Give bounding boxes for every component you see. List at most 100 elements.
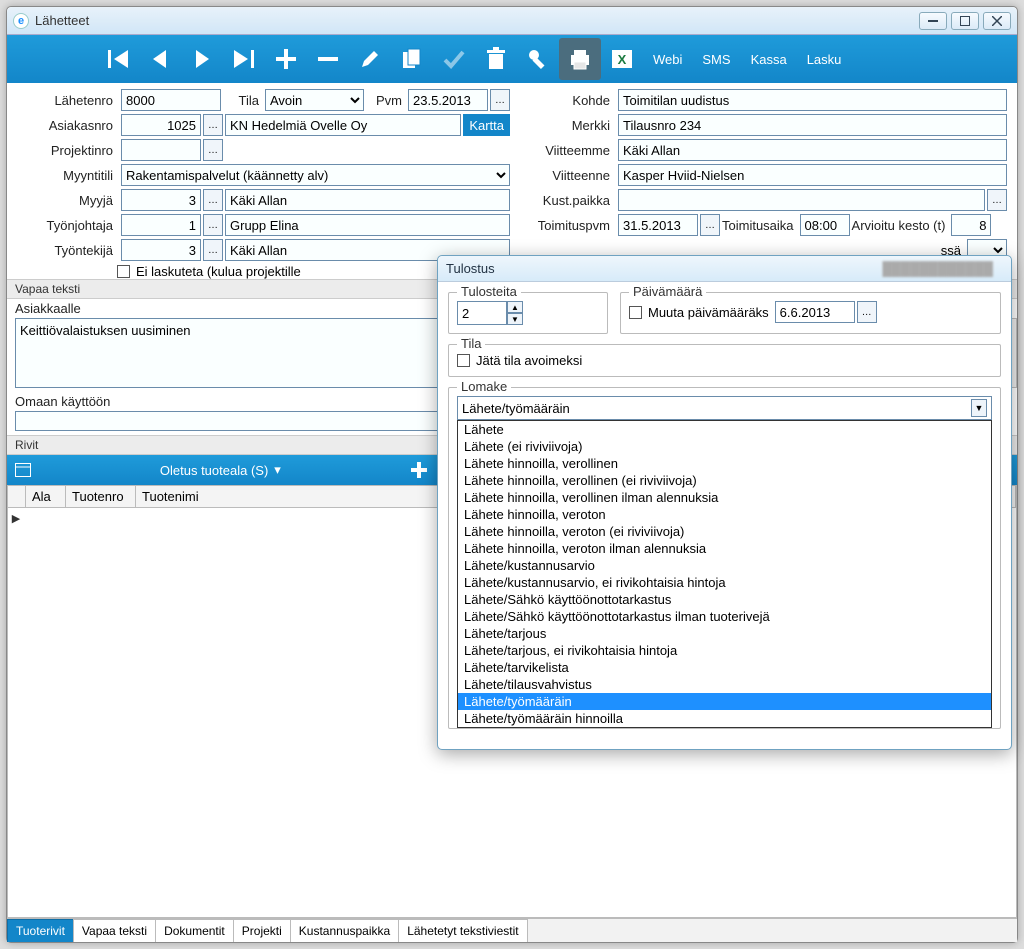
lomake-option[interactable]: Lähete/tarjous bbox=[458, 625, 991, 642]
delete-button[interactable] bbox=[475, 38, 517, 80]
myyja-label: Myyjä bbox=[17, 193, 117, 208]
webi-link[interactable]: Webi bbox=[643, 52, 692, 67]
lomake-option[interactable]: Lähete/kustannusarvio bbox=[458, 557, 991, 574]
lomake-option[interactable]: Lähete/työmääräin hinnoilla bbox=[458, 710, 991, 727]
sms-link[interactable]: SMS bbox=[692, 52, 740, 67]
kartta-button[interactable]: Kartta bbox=[463, 114, 510, 136]
lomake-option[interactable]: Lähete hinnoilla, verollinen (ei rivivii… bbox=[458, 472, 991, 489]
ei-laskuteta-checkbox[interactable] bbox=[117, 265, 130, 278]
muuta-pvm-checkbox[interactable] bbox=[629, 306, 642, 319]
kustpaikka-lookup-button[interactable]: … bbox=[987, 189, 1007, 211]
copy-button[interactable] bbox=[391, 38, 433, 80]
tulosteita-spinner[interactable]: ▲ ▼ bbox=[457, 301, 599, 325]
tab-kustannuspaikka[interactable]: Kustannuspaikka bbox=[290, 919, 399, 942]
tyonjohtaja-nimi-input[interactable] bbox=[225, 214, 510, 236]
lasku-link[interactable]: Lasku bbox=[797, 52, 852, 67]
asiakasnimi-input[interactable] bbox=[225, 114, 461, 136]
viitteemme-input[interactable] bbox=[618, 139, 1007, 161]
lomake-option[interactable]: Lähete/Sähkö käyttöönottotarkastus bbox=[458, 591, 991, 608]
lomake-option[interactable]: Lähete hinnoilla, veroton ilman alennuks… bbox=[458, 540, 991, 557]
tuoteala-dropdown[interactable]: Oletus tuoteala (S) ▾ bbox=[160, 462, 281, 478]
lomake-option[interactable]: Lähete hinnoilla, veroton (ei riviviivoj… bbox=[458, 523, 991, 540]
tab-dokumentit[interactable]: Dokumentit bbox=[155, 919, 234, 942]
tyontekija-nro-input[interactable] bbox=[121, 239, 201, 261]
printer-icon bbox=[568, 47, 592, 71]
projektinro-lookup-button[interactable]: … bbox=[203, 139, 223, 161]
lomake-combo[interactable]: Lähete/työmääräin ▼ bbox=[457, 396, 992, 420]
nav-last-button[interactable] bbox=[223, 38, 265, 80]
minimize-button[interactable] bbox=[919, 12, 947, 30]
tyonjohtaja-lookup-button[interactable]: … bbox=[203, 214, 223, 236]
row-add-button[interactable] bbox=[410, 461, 434, 479]
dialog-titlebar: Tulostus ████████████ bbox=[438, 256, 1011, 282]
pvm-picker-button[interactable]: … bbox=[490, 89, 510, 111]
tab-projekti[interactable]: Projekti bbox=[233, 919, 291, 942]
kohde-input[interactable] bbox=[618, 89, 1007, 111]
myyja-nimi-input[interactable] bbox=[225, 189, 510, 211]
lomake-option[interactable]: Lähete/Sähkö käyttöönottotarkastus ilman… bbox=[458, 608, 991, 625]
tyontekija-lookup-button[interactable]: … bbox=[203, 239, 223, 261]
myyja-nro-input[interactable] bbox=[121, 189, 201, 211]
toimituspvm-label: Toimituspvm bbox=[514, 218, 614, 233]
lomake-combo-value: Lähete/työmääräin bbox=[462, 401, 570, 416]
asiakasnro-input[interactable] bbox=[121, 114, 201, 136]
tab-vapaa-teksti[interactable]: Vapaa teksti bbox=[73, 919, 156, 942]
confirm-button[interactable] bbox=[433, 38, 475, 80]
nav-next-button[interactable] bbox=[181, 38, 223, 80]
projektinro-input[interactable] bbox=[121, 139, 201, 161]
dialog-date-picker-button[interactable]: … bbox=[857, 301, 877, 323]
lomake-option[interactable]: Lähete bbox=[458, 421, 991, 438]
lomake-option[interactable]: Lähete hinnoilla, veroton bbox=[458, 506, 991, 523]
myyja-lookup-button[interactable]: … bbox=[203, 189, 223, 211]
tyontekija-label: Työntekijä bbox=[17, 243, 117, 258]
lomake-option[interactable]: Lähete/tarvikelista bbox=[458, 659, 991, 676]
toimitusaika-input[interactable] bbox=[800, 214, 850, 236]
nav-prev-button[interactable] bbox=[139, 38, 181, 80]
lomake-option[interactable]: Lähete hinnoilla, verollinen bbox=[458, 455, 991, 472]
dialog-date-input[interactable] bbox=[775, 301, 855, 323]
window-title: Lähetteet bbox=[35, 13, 919, 28]
toimituspvm-picker-button[interactable]: … bbox=[700, 214, 720, 236]
window-icon[interactable] bbox=[15, 463, 31, 477]
pvm-input[interactable] bbox=[408, 89, 488, 111]
tila-select[interactable]: Avoin bbox=[265, 89, 364, 111]
bottom-tabs: Tuoterivit Vapaa teksti Dokumentit Proje… bbox=[7, 918, 1017, 942]
tab-lahetetyt[interactable]: Lähetetyt tekstiviestit bbox=[398, 919, 527, 942]
tyonjohtaja-nro-input[interactable] bbox=[121, 214, 201, 236]
lomake-option[interactable]: Lähete/tilausvahvistus bbox=[458, 676, 991, 693]
add-button[interactable] bbox=[265, 38, 307, 80]
close-button[interactable] bbox=[983, 12, 1011, 30]
lomake-option[interactable]: Lähete hinnoilla, verollinen ilman alenn… bbox=[458, 489, 991, 506]
tulosteita-input[interactable] bbox=[457, 301, 507, 325]
paivamaara-fieldset: Päivämäärä Muuta päivämääräks … bbox=[620, 292, 1001, 334]
nav-first-button[interactable] bbox=[97, 38, 139, 80]
asiakasnro-lookup-button[interactable]: … bbox=[203, 114, 223, 136]
tab-tuoterivit[interactable]: Tuoterivit bbox=[7, 919, 74, 942]
lomake-option[interactable]: Lähete/tarjous, ei rivikohtaisia hintoja bbox=[458, 642, 991, 659]
kustpaikka-input[interactable] bbox=[618, 189, 985, 211]
lomake-option[interactable]: Lähete/kustannusarvio, ei rivikohtaisia … bbox=[458, 574, 991, 591]
col-ala[interactable]: Ala bbox=[26, 486, 66, 507]
print-button[interactable] bbox=[559, 38, 601, 80]
search-button[interactable] bbox=[517, 38, 559, 80]
remove-button[interactable] bbox=[307, 38, 349, 80]
maximize-button[interactable] bbox=[951, 12, 979, 30]
myyntitili-select[interactable]: Rakentamispalvelut (käännetty alv) bbox=[121, 164, 510, 186]
arvioitu-input[interactable] bbox=[951, 214, 991, 236]
col-tuotenro[interactable]: Tuotenro bbox=[66, 486, 136, 507]
export-excel-button[interactable]: X bbox=[601, 38, 643, 80]
toimituspvm-input[interactable] bbox=[618, 214, 698, 236]
spinner-up-button[interactable]: ▲ bbox=[507, 301, 523, 313]
kassa-link[interactable]: Kassa bbox=[741, 52, 797, 67]
viitteenne-input[interactable] bbox=[618, 164, 1007, 186]
lomake-option[interactable]: Lähete/työmääräin bbox=[458, 693, 991, 710]
lomake-option[interactable]: Lähete (ei riviviivoja) bbox=[458, 438, 991, 455]
myyntitili-label: Myyntitili bbox=[17, 168, 117, 183]
merkki-input[interactable] bbox=[618, 114, 1007, 136]
lahetenro-input[interactable] bbox=[121, 89, 221, 111]
jata-avoimeksi-checkbox[interactable] bbox=[457, 354, 470, 367]
dialog-title-blurred: ████████████ bbox=[882, 261, 993, 276]
edit-button[interactable] bbox=[349, 38, 391, 80]
lomake-dropdown-list[interactable]: LäheteLähete (ei riviviivoja)Lähete hinn… bbox=[457, 420, 992, 728]
spinner-down-button[interactable]: ▼ bbox=[507, 313, 523, 325]
